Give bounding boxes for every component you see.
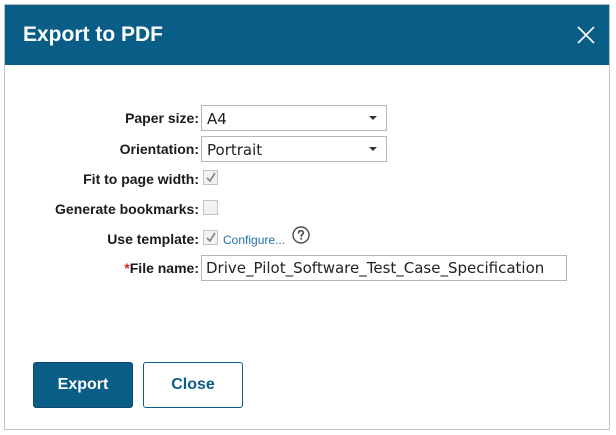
close-dialog-button[interactable]	[573, 22, 599, 48]
check-icon	[206, 232, 216, 243]
configure-template-link[interactable]: Configure...	[223, 232, 285, 248]
paper-size-select[interactable]: A4	[201, 105, 387, 131]
dialog-title: Export to PDF	[23, 23, 163, 46]
question-circle-icon[interactable]	[292, 226, 310, 244]
generate-bookmarks-checkbox[interactable]	[203, 200, 218, 215]
file-name-label: *File name:	[124, 259, 199, 277]
chevron-down-icon	[369, 147, 377, 151]
check-icon	[206, 172, 216, 183]
fit-to-page-width-row: Fit to page width:	[5, 166, 605, 192]
orientation-row: Orientation: Portrait	[5, 136, 605, 162]
orientation-label: Orientation:	[119, 141, 199, 157]
close-button[interactable]: Close	[143, 362, 243, 408]
export-pdf-dialog: Export to PDF Paper size: A4 Orientation…	[4, 4, 610, 430]
file-name-row: *File name:	[5, 255, 605, 281]
fit-to-page-width-label: Fit to page width:	[83, 171, 199, 187]
paper-size-value: A4	[207, 110, 227, 128]
paper-size-row: Paper size: A4	[5, 105, 605, 131]
use-template-row: Use template: Configure...	[5, 226, 605, 252]
generate-bookmarks-row: Generate bookmarks:	[5, 196, 605, 222]
export-button[interactable]: Export	[33, 362, 133, 408]
chevron-down-icon	[369, 116, 377, 120]
orientation-select[interactable]: Portrait	[201, 136, 387, 162]
use-template-label: Use template:	[107, 231, 199, 247]
fit-to-page-width-checkbox[interactable]	[203, 170, 218, 185]
generate-bookmarks-label: Generate bookmarks:	[55, 201, 199, 217]
dialog-titlebar: Export to PDF	[5, 5, 609, 65]
orientation-value: Portrait	[207, 141, 263, 159]
close-icon	[577, 26, 595, 44]
file-name-label-text: File name:	[129, 260, 199, 276]
file-name-input[interactable]	[201, 255, 567, 281]
paper-size-label: Paper size:	[125, 110, 199, 126]
use-template-checkbox[interactable]	[203, 230, 218, 245]
